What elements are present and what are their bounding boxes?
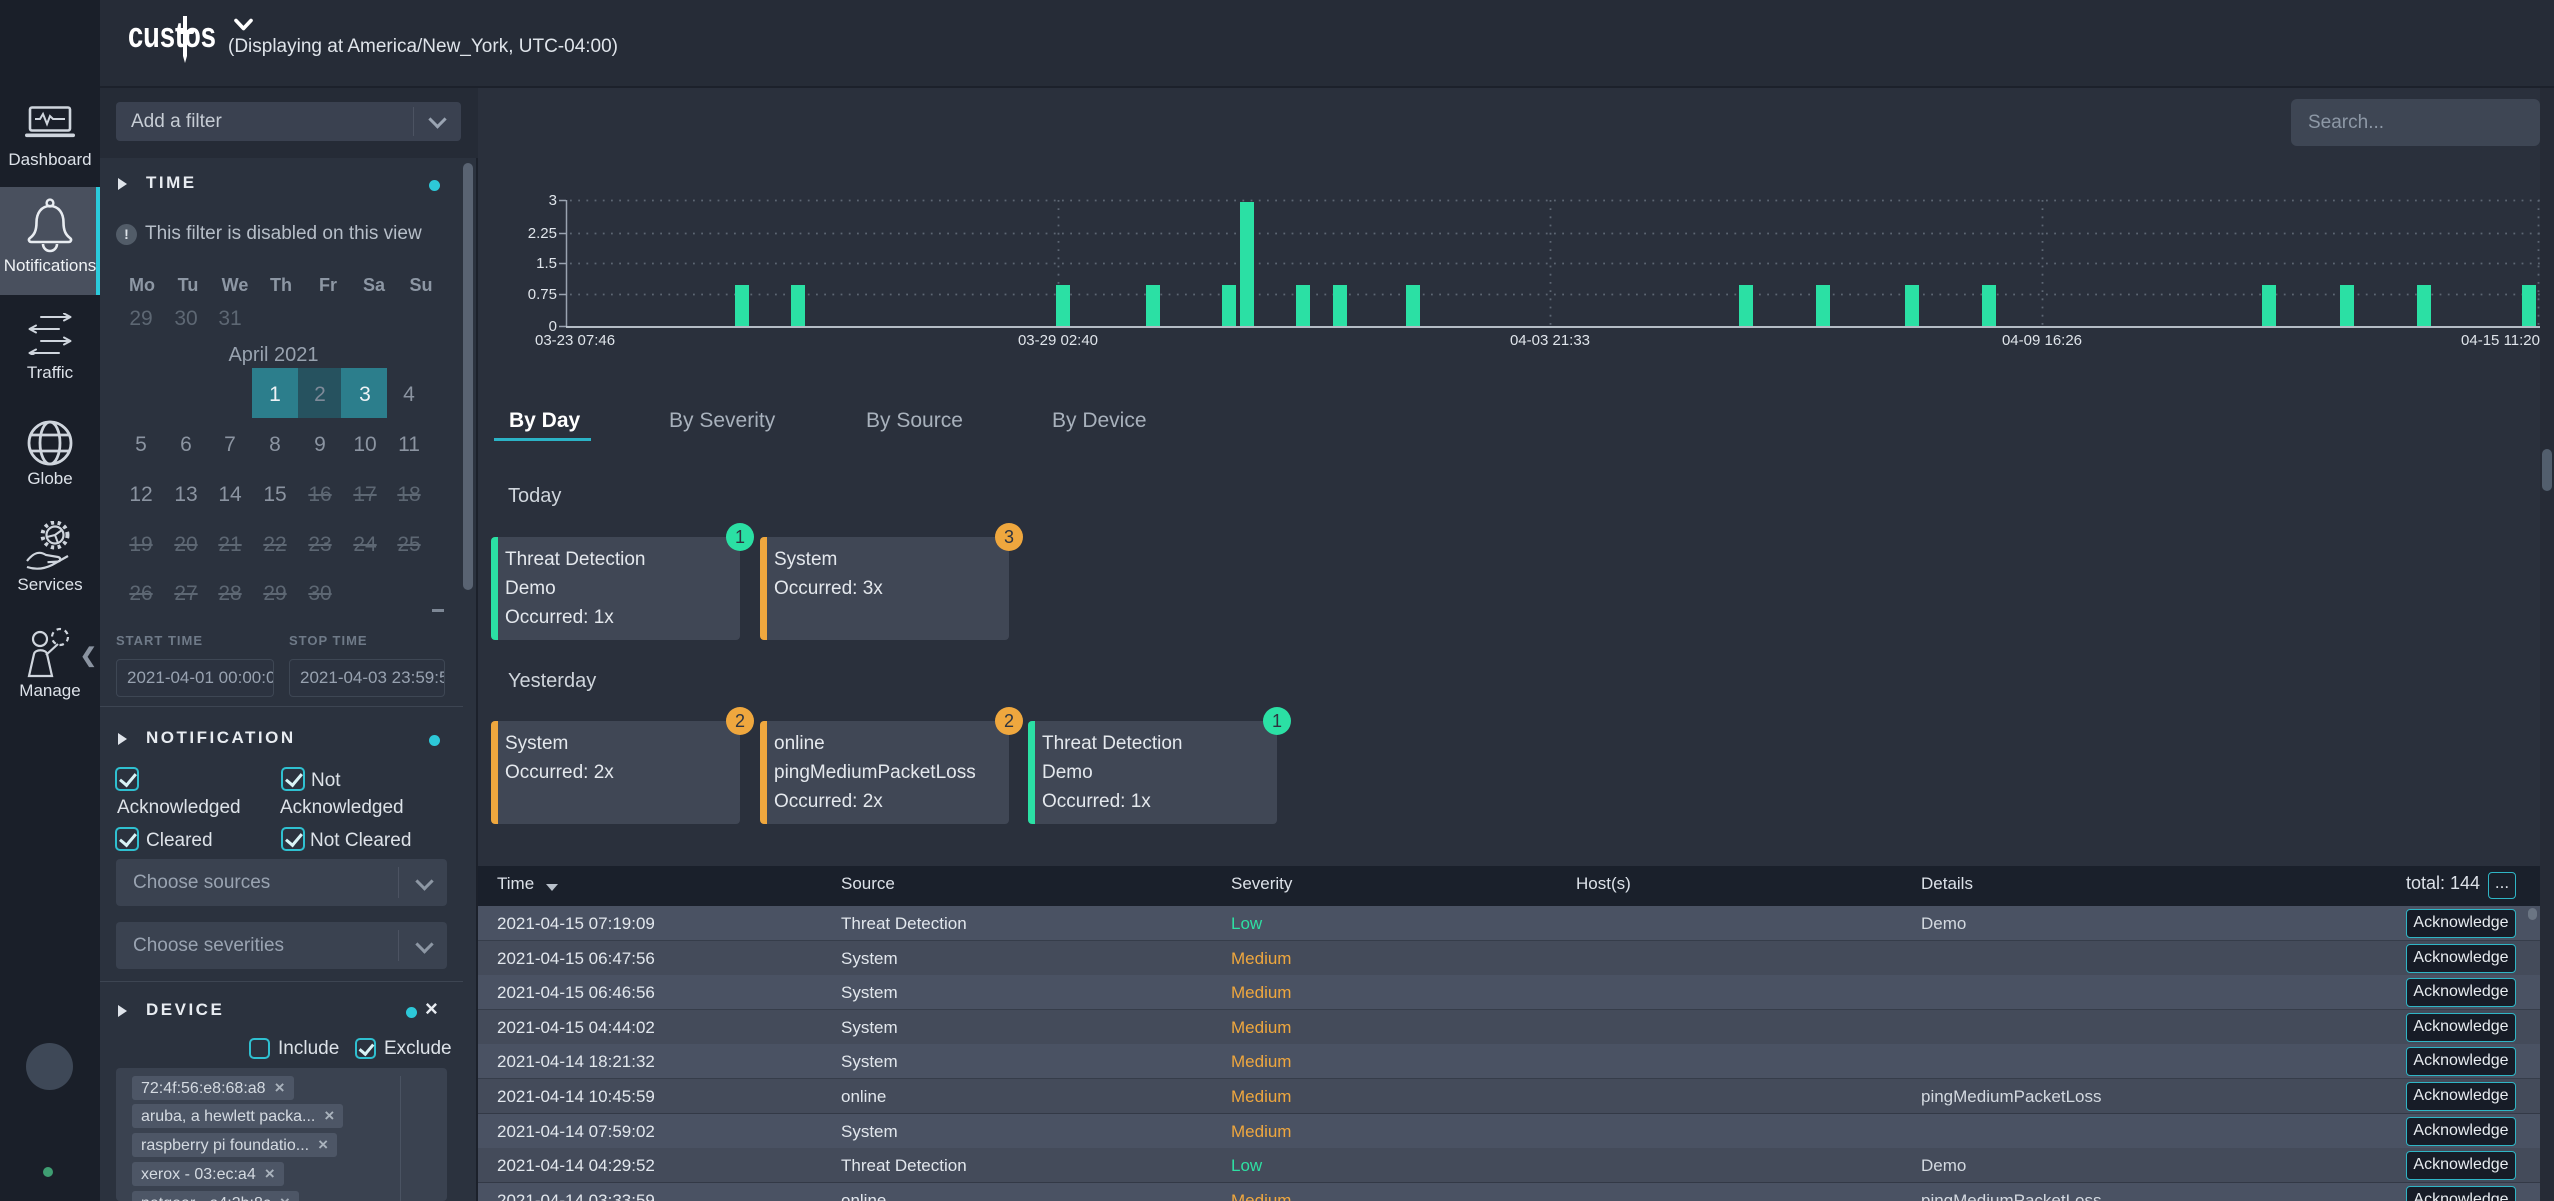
svg-text:3: 3 (549, 192, 557, 209)
svg-text:03-29 02:40: 03-29 02:40 (1018, 332, 1098, 349)
svg-text:custos: custos (128, 14, 216, 55)
svg-text:04-09 16:26: 04-09 16:26 (2002, 332, 2082, 349)
svg-text:03-23 07:46: 03-23 07:46 (535, 332, 615, 349)
svg-text:0.75: 0.75 (528, 286, 557, 303)
svg-text:04-03 21:33: 04-03 21:33 (1510, 332, 1590, 349)
svg-text:2.25: 2.25 (528, 225, 557, 242)
svg-text:1.5: 1.5 (536, 255, 557, 272)
svg-text:04-15 11:20: 04-15 11:20 (2461, 332, 2540, 349)
